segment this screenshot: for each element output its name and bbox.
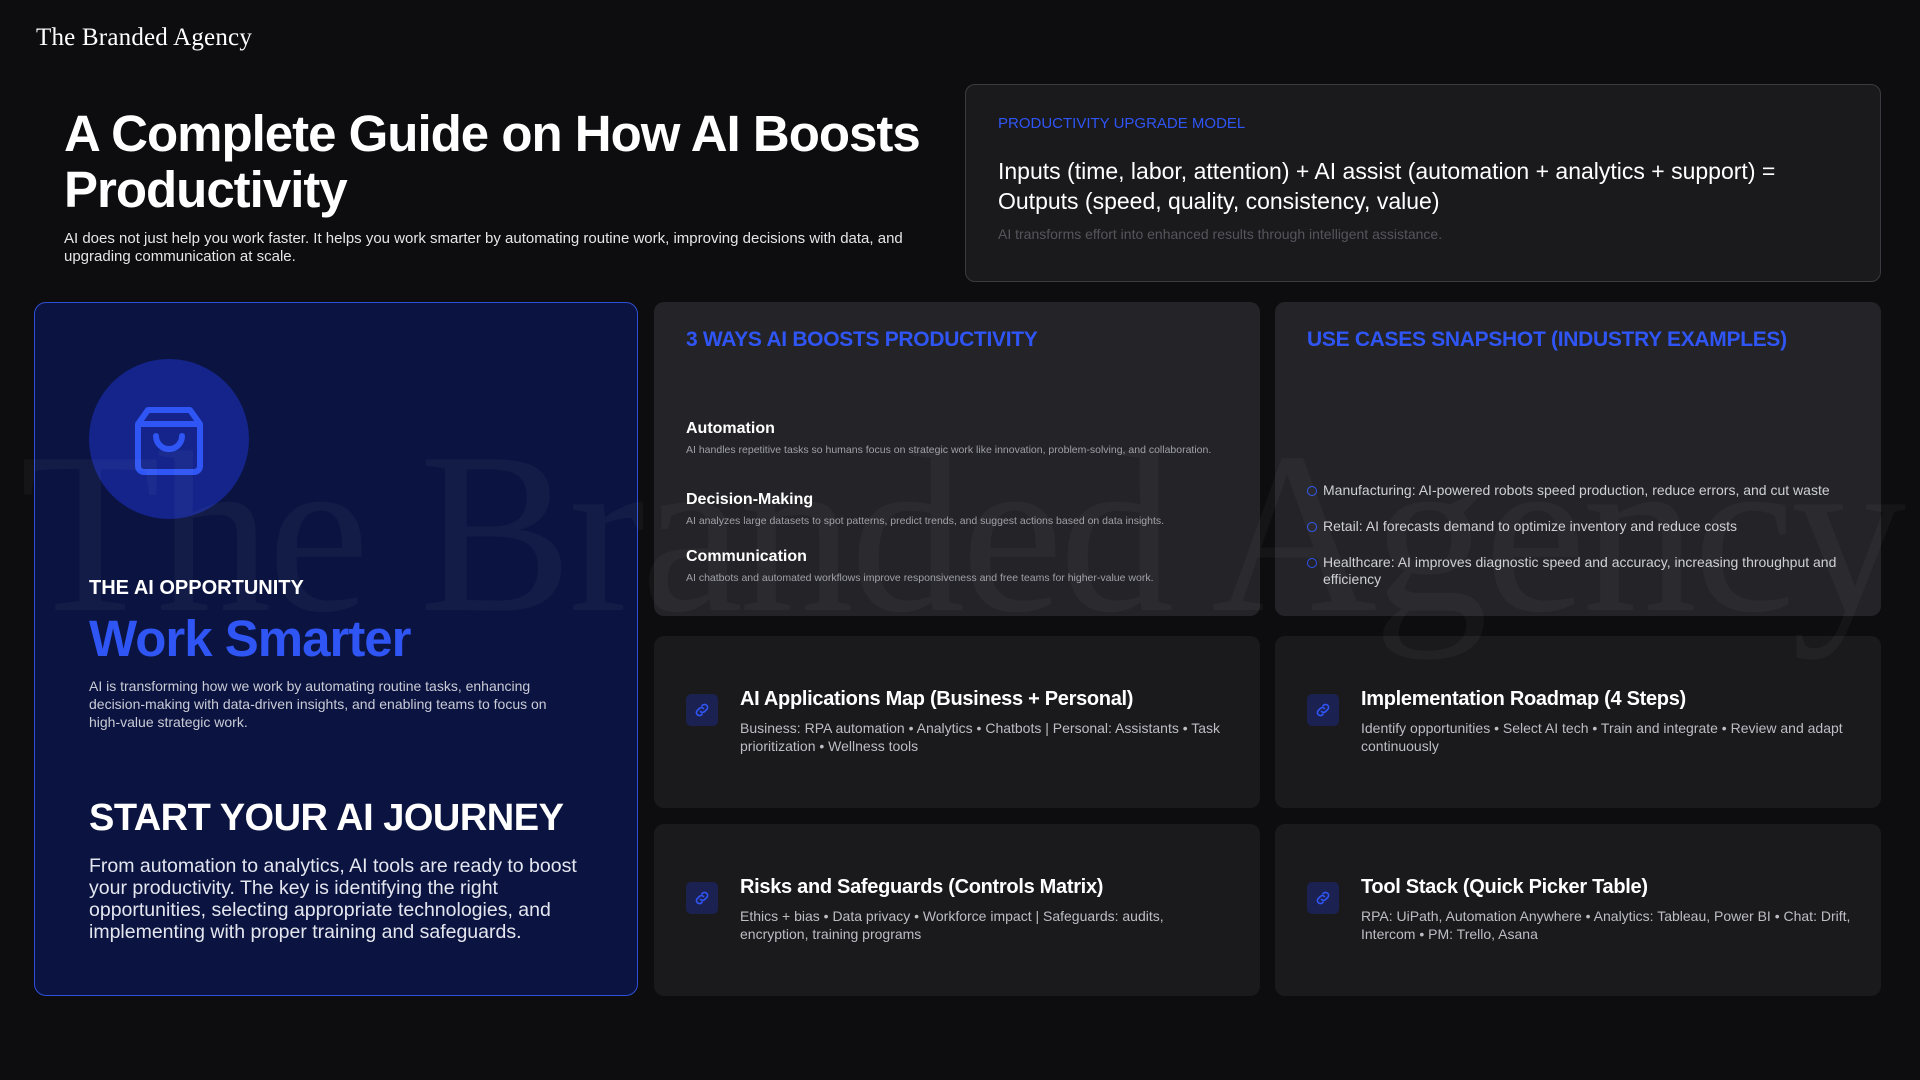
- way-item: Decision-Making AI analyzes large datase…: [686, 491, 1226, 528]
- link-icon: [1307, 882, 1339, 914]
- page-subtitle: AI does not just help you work faster. I…: [64, 230, 903, 265]
- link-icon: [1307, 694, 1339, 726]
- tile-desc: RPA: UiPath, Automation Anywhere • Analy…: [1361, 908, 1851, 942]
- way-item: Communication AI chatbots and automated …: [686, 548, 1226, 585]
- use-cases-panel: USE CASES SNAPSHOT (INDUSTRY EXAMPLES) M…: [1275, 302, 1881, 616]
- use-case-item: Healthcare: AI improves diagnostic speed…: [1307, 554, 1857, 588]
- use-cases-title: USE CASES SNAPSHOT (INDUSTRY EXAMPLES): [1307, 328, 1787, 351]
- tile-title: AI Applications Map (Business + Personal…: [740, 688, 1134, 710]
- tile-desc: Identify opportunities • Select AI tech …: [1361, 720, 1843, 754]
- journey-body: From automation to analytics, AI tools a…: [89, 855, 577, 943]
- implementation-roadmap-card[interactable]: Implementation Roadmap (4 Steps) Identif…: [1275, 636, 1881, 808]
- way-desc: AI analyzes large datasets to spot patte…: [686, 515, 1165, 527]
- opportunity-headline: Work Smarter: [89, 610, 412, 667]
- journey-title: START YOUR AI JOURNEY: [89, 797, 564, 839]
- tile-desc: Business: RPA automation • Analytics • C…: [740, 720, 1221, 754]
- tile-title: Risks and Safeguards (Controls Matrix): [740, 876, 1104, 898]
- tile-title: Tool Stack (Quick Picker Table): [1361, 876, 1648, 898]
- model-note: AI transforms effort into enhanced resul…: [998, 226, 1443, 242]
- use-case-text: Retail: AI forecasts demand to optimize …: [1323, 518, 1737, 534]
- ways-title: 3 WAYS AI BOOSTS PRODUCTIVITY: [686, 328, 1038, 351]
- brand-logo: The Branded Agency: [36, 24, 253, 51]
- link-icon: [686, 882, 718, 914]
- ways-panel: 3 WAYS AI BOOSTS PRODUCTIVITY Automation…: [654, 302, 1260, 616]
- tool-stack-card[interactable]: Tool Stack (Quick Picker Table) RPA: UiP…: [1275, 824, 1881, 996]
- risks-safeguards-card[interactable]: Risks and Safeguards (Controls Matrix) E…: [654, 824, 1260, 996]
- way-desc: AI handles repetitive tasks so humans fo…: [686, 444, 1212, 456]
- ai-applications-map-card[interactable]: AI Applications Map (Business + Personal…: [654, 636, 1260, 808]
- way-title: Communication: [686, 548, 807, 565]
- way-desc: AI chatbots and automated workflows impr…: [686, 572, 1154, 584]
- bullet-circle-icon: [1307, 558, 1317, 568]
- use-case-text: Healthcare: AI improves diagnostic speed…: [1323, 554, 1837, 587]
- bullet-circle-icon: [1307, 522, 1317, 532]
- productivity-model-card: PRODUCTIVITY UPGRADE MODEL Inputs (time,…: [965, 84, 1881, 282]
- model-formula: Inputs (time, labor, attention) + AI ass…: [998, 158, 1776, 214]
- way-item: Automation AI handles repetitive tasks s…: [686, 420, 1226, 457]
- bullet-circle-icon: [1307, 486, 1317, 496]
- opportunity-kicker: THE AI OPPORTUNITY: [89, 577, 304, 599]
- way-title: Decision-Making: [686, 491, 814, 508]
- page-title: A Complete Guide on How AI Boosts Produc…: [64, 105, 921, 218]
- use-case-item: Retail: AI forecasts demand to optimize …: [1307, 518, 1857, 535]
- use-case-item: Manufacturing: AI-powered robots speed p…: [1307, 482, 1857, 499]
- tile-title: Implementation Roadmap (4 Steps): [1361, 688, 1686, 710]
- opportunity-description: AI is transforming how we work by automa…: [89, 678, 547, 730]
- way-title: Automation: [686, 420, 775, 437]
- shopping-bag-icon: [89, 359, 249, 519]
- ai-opportunity-card: THE AI OPPORTUNITY Work Smarter AI is tr…: [34, 302, 638, 996]
- model-kicker: PRODUCTIVITY UPGRADE MODEL: [998, 115, 1246, 132]
- tile-desc: Ethics + bias • Data privacy • Workforce…: [740, 908, 1164, 942]
- link-icon: [686, 694, 718, 726]
- use-case-text: Manufacturing: AI-powered robots speed p…: [1323, 482, 1830, 498]
